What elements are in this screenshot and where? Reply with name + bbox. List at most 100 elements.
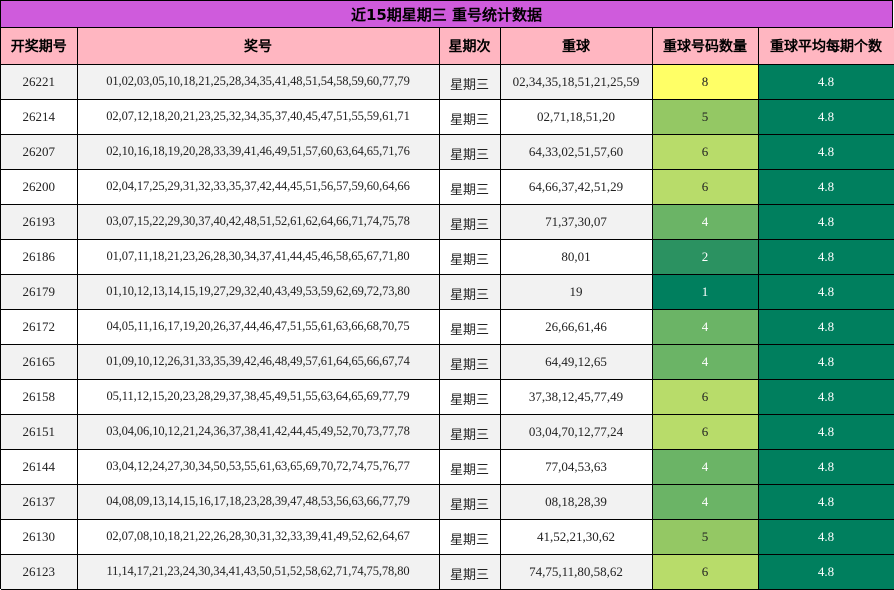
cell-repeat-average[interactable]: 4.8 xyxy=(758,484,894,520)
cell-repeat-count[interactable]: 6 xyxy=(652,414,759,450)
header-repeat-average[interactable]: 重球平均每期个数 xyxy=(758,28,894,65)
cell-weekday[interactable]: 星期三 xyxy=(439,99,501,135)
cell-issue[interactable]: 26214 xyxy=(1,99,78,135)
cell-issue[interactable]: 26179 xyxy=(1,274,78,310)
table-row: 26179 01,10,12,13,14,15,19,27,29,32,40,43… xyxy=(1,274,894,310)
cell-repeat-count[interactable]: 6 xyxy=(652,554,759,590)
table-row: 26186 01,07,11,18,21,23,26,28,30,34,37,41… xyxy=(1,239,894,275)
cell-weekday[interactable]: 星期三 xyxy=(439,414,501,450)
cell-repeats[interactable]: 80,01 xyxy=(500,239,653,275)
cell-repeat-count[interactable]: 1 xyxy=(652,274,759,310)
cell-repeat-average[interactable]: 4.8 xyxy=(758,379,894,415)
cell-weekday[interactable]: 星期三 xyxy=(439,204,501,240)
cell-weekday[interactable]: 星期三 xyxy=(439,519,501,555)
cell-numbers[interactable]: 11,14,17,21,23,24,30,34,41,43,50,51,52,5… xyxy=(77,554,440,590)
cell-weekday[interactable]: 星期三 xyxy=(439,274,501,310)
cell-repeat-count[interactable]: 6 xyxy=(652,169,759,205)
cell-numbers[interactable]: 03,07,15,22,29,30,37,40,42,48,51,52,61,6… xyxy=(77,204,440,240)
cell-numbers[interactable]: 01,09,10,12,26,31,33,35,39,42,46,48,49,5… xyxy=(77,344,440,380)
cell-numbers[interactable]: 01,10,12,13,14,15,19,27,29,32,40,43,49,5… xyxy=(77,274,440,310)
cell-repeats[interactable]: 19 xyxy=(500,274,653,310)
cell-repeat-average[interactable]: 4.8 xyxy=(758,274,894,310)
cell-repeat-count[interactable]: 6 xyxy=(652,379,759,415)
cell-repeat-count[interactable]: 2 xyxy=(652,239,759,275)
cell-repeat-average[interactable]: 4.8 xyxy=(758,239,894,275)
cell-repeat-average[interactable]: 4.8 xyxy=(758,134,894,170)
cell-issue[interactable]: 26130 xyxy=(1,519,78,555)
cell-numbers[interactable]: 01,02,03,05,10,18,21,25,28,34,35,41,48,5… xyxy=(77,64,440,100)
cell-issue[interactable]: 26158 xyxy=(1,379,78,415)
cell-repeats[interactable]: 41,52,21,30,62 xyxy=(500,519,653,555)
cell-repeats[interactable]: 02,34,35,18,51,21,25,59 xyxy=(500,64,653,100)
cell-issue[interactable]: 26123 xyxy=(1,554,78,590)
cell-repeat-average[interactable]: 4.8 xyxy=(758,519,894,555)
cell-repeats[interactable]: 08,18,28,39 xyxy=(500,484,653,520)
cell-numbers[interactable]: 02,04,17,25,29,31,32,33,35,37,42,44,45,5… xyxy=(77,169,440,205)
cell-issue[interactable]: 26193 xyxy=(1,204,78,240)
cell-repeat-count[interactable]: 4 xyxy=(652,484,759,520)
cell-weekday[interactable]: 星期三 xyxy=(439,344,501,380)
cell-weekday[interactable]: 星期三 xyxy=(439,554,501,590)
cell-weekday[interactable]: 星期三 xyxy=(439,484,501,520)
cell-numbers[interactable]: 03,04,12,24,27,30,34,50,53,55,61,63,65,6… xyxy=(77,449,440,485)
cell-issue[interactable]: 26165 xyxy=(1,344,78,380)
cell-repeat-average[interactable]: 4.8 xyxy=(758,344,894,380)
cell-repeat-average[interactable]: 4.8 xyxy=(758,204,894,240)
cell-issue[interactable]: 26200 xyxy=(1,169,78,205)
cell-repeats[interactable]: 71,37,30,07 xyxy=(500,204,653,240)
cell-repeat-count[interactable]: 8 xyxy=(652,64,759,100)
cell-repeat-average[interactable]: 4.8 xyxy=(758,169,894,205)
cell-repeat-count[interactable]: 5 xyxy=(652,99,759,135)
cell-issue[interactable]: 26137 xyxy=(1,484,78,520)
cell-numbers[interactable]: 02,07,08,10,18,21,22,26,28,30,31,32,33,3… xyxy=(77,519,440,555)
cell-repeat-average[interactable]: 4.8 xyxy=(758,414,894,450)
cell-repeat-count[interactable]: 5 xyxy=(652,519,759,555)
header-issue[interactable]: 开奖期号 xyxy=(1,28,78,65)
cell-weekday[interactable]: 星期三 xyxy=(439,309,501,345)
cell-numbers[interactable]: 04,08,09,13,14,15,16,17,18,23,28,39,47,4… xyxy=(77,484,440,520)
cell-numbers[interactable]: 05,11,12,15,20,23,28,29,37,38,45,49,51,5… xyxy=(77,379,440,415)
cell-repeats[interactable]: 26,66,61,46 xyxy=(500,309,653,345)
cell-numbers[interactable]: 03,04,06,10,12,21,24,36,37,38,41,42,44,4… xyxy=(77,414,440,450)
cell-numbers[interactable]: 04,05,11,16,17,19,20,26,37,44,46,47,51,5… xyxy=(77,309,440,345)
cell-issue[interactable]: 26207 xyxy=(1,134,78,170)
cell-weekday[interactable]: 星期三 xyxy=(439,449,501,485)
cell-weekday[interactable]: 星期三 xyxy=(439,134,501,170)
stats-sheet: 近15期星期三 重号统计数据 开奖期号 奖号 星期次 重球 重球号码数量 重球平… xyxy=(0,0,894,590)
cell-repeat-average[interactable]: 4.8 xyxy=(758,554,894,590)
cell-issue[interactable]: 26144 xyxy=(1,449,78,485)
cell-repeats[interactable]: 03,04,70,12,77,24 xyxy=(500,414,653,450)
cell-repeat-average[interactable]: 4.8 xyxy=(758,309,894,345)
cell-weekday[interactable]: 星期三 xyxy=(439,169,501,205)
cell-repeat-count[interactable]: 4 xyxy=(652,204,759,240)
header-weekday[interactable]: 星期次 xyxy=(439,28,501,65)
cell-repeat-count[interactable]: 4 xyxy=(652,449,759,485)
cell-repeats[interactable]: 37,38,12,45,77,49 xyxy=(500,379,653,415)
cell-weekday[interactable]: 星期三 xyxy=(439,379,501,415)
cell-issue[interactable]: 26186 xyxy=(1,239,78,275)
sheet-title: 近15期星期三 重号统计数据 xyxy=(1,1,893,28)
cell-numbers[interactable]: 02,07,12,18,20,21,23,25,32,34,35,37,40,4… xyxy=(77,99,440,135)
cell-repeat-count[interactable]: 6 xyxy=(652,134,759,170)
cell-numbers[interactable]: 02,10,16,18,19,20,28,33,39,41,46,49,51,5… xyxy=(77,134,440,170)
cell-repeat-average[interactable]: 4.8 xyxy=(758,99,894,135)
cell-repeat-average[interactable]: 4.8 xyxy=(758,64,894,100)
cell-numbers[interactable]: 01,07,11,18,21,23,26,28,30,34,37,41,44,4… xyxy=(77,239,440,275)
cell-repeats[interactable]: 74,75,11,80,58,62 xyxy=(500,554,653,590)
cell-repeats[interactable]: 64,49,12,65 xyxy=(500,344,653,380)
cell-weekday[interactable]: 星期三 xyxy=(439,239,501,275)
header-repeats[interactable]: 重球 xyxy=(500,28,653,65)
cell-repeat-average[interactable]: 4.8 xyxy=(758,449,894,485)
cell-repeats[interactable]: 02,71,18,51,20 xyxy=(500,99,653,135)
header-numbers[interactable]: 奖号 xyxy=(77,28,440,65)
cell-weekday[interactable]: 星期三 xyxy=(439,64,501,100)
cell-repeat-count[interactable]: 4 xyxy=(652,309,759,345)
cell-repeats[interactable]: 64,66,37,42,51,29 xyxy=(500,169,653,205)
cell-repeats[interactable]: 77,04,53,63 xyxy=(500,449,653,485)
cell-issue[interactable]: 26221 xyxy=(1,64,78,100)
cell-repeats[interactable]: 64,33,02,51,57,60 xyxy=(500,134,653,170)
cell-issue[interactable]: 26151 xyxy=(1,414,78,450)
cell-repeat-count[interactable]: 4 xyxy=(652,344,759,380)
cell-issue[interactable]: 26172 xyxy=(1,309,78,345)
header-repeat-count[interactable]: 重球号码数量 xyxy=(652,28,759,65)
